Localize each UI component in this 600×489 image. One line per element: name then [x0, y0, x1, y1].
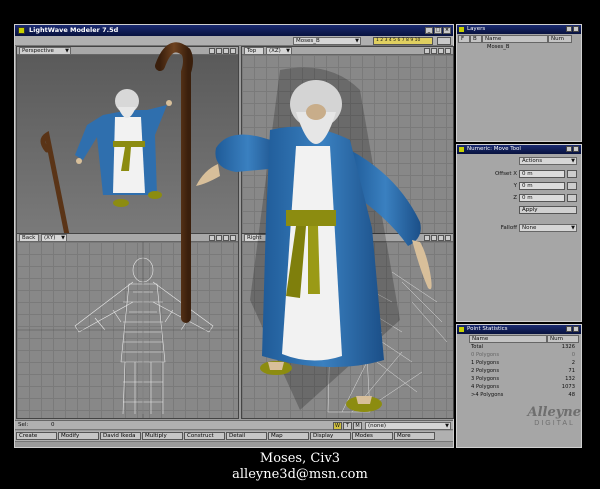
y-spin-icon[interactable]: [567, 182, 577, 190]
z-spin-icon[interactable]: [567, 194, 577, 202]
panel-minimize-button[interactable]: [566, 146, 572, 152]
layer-item[interactable]: Moses_B: [487, 44, 547, 51]
x-spin-icon[interactable]: [567, 170, 577, 178]
panel-close-button[interactable]: [573, 326, 579, 332]
credit-email: alleyne3d@msn.com: [232, 467, 368, 482]
falloff-label: Falloff: [500, 225, 517, 231]
offset-x-field[interactable]: 0 m: [519, 170, 565, 178]
col-name[interactable]: Name: [482, 35, 548, 43]
y-label: Y: [513, 183, 517, 189]
panel-icon: [459, 27, 464, 32]
panel-close-button[interactable]: [573, 146, 579, 152]
panel-minimize-button[interactable]: [566, 326, 572, 332]
stats-row[interactable]: 1 Polygons 2: [471, 360, 577, 367]
layers-title: Layers: [467, 26, 486, 32]
panel-close-button[interactable]: [573, 26, 579, 32]
credit-title: Moses, Civ3: [259, 451, 341, 466]
logo-sub: DIGITAL: [534, 420, 575, 427]
offset-x-label: Offset X: [494, 171, 517, 177]
stats-col-num[interactable]: Num: [547, 335, 579, 343]
layers-panel: Layers F B Name Num Moses_B: [456, 24, 582, 142]
col-f[interactable]: F: [458, 35, 470, 43]
alleyne-digital-logo: Alleyne DIGITAL: [507, 405, 581, 443]
stats-row[interactable]: 2 Polygons 71: [471, 368, 577, 375]
stats-row[interactable]: 4 Polygons 1073: [471, 384, 577, 391]
actions-select[interactable]: Actions ▼: [519, 157, 577, 165]
col-b[interactable]: B: [470, 35, 482, 43]
panel-minimize-button[interactable]: [566, 26, 572, 32]
stats-panel: Point Statistics Name Num Total 1326 0 Po…: [456, 324, 582, 448]
offset-y-field[interactable]: 0 m: [519, 182, 565, 190]
stats-row[interactable]: 3 Polygons 132: [471, 376, 577, 383]
falloff-select[interactable]: None ▼: [519, 224, 577, 232]
stats-title: Point Statistics: [467, 326, 508, 332]
panel-icon: [459, 327, 464, 332]
moses-render: [155, 42, 432, 412]
panel-icon: [459, 147, 464, 152]
numeric-panel: Numeric: Move Tool Actions ▼ Offset X 0 m…: [456, 144, 582, 322]
stats-row[interactable]: Total 1326: [471, 344, 577, 351]
stats-row[interactable]: >4 Polygons 48: [471, 392, 577, 399]
logo-word: Alleyne: [527, 405, 581, 420]
numeric-title: Numeric: Move Tool: [467, 146, 521, 152]
offset-z-field[interactable]: 0 m: [519, 194, 565, 202]
stats-col-name[interactable]: Name: [469, 335, 547, 343]
col-num[interactable]: Num: [548, 35, 572, 43]
z-label: Z: [513, 195, 517, 201]
stats-row[interactable]: 0 Polygons 0: [471, 352, 577, 359]
apply-button[interactable]: Apply: [519, 206, 577, 214]
